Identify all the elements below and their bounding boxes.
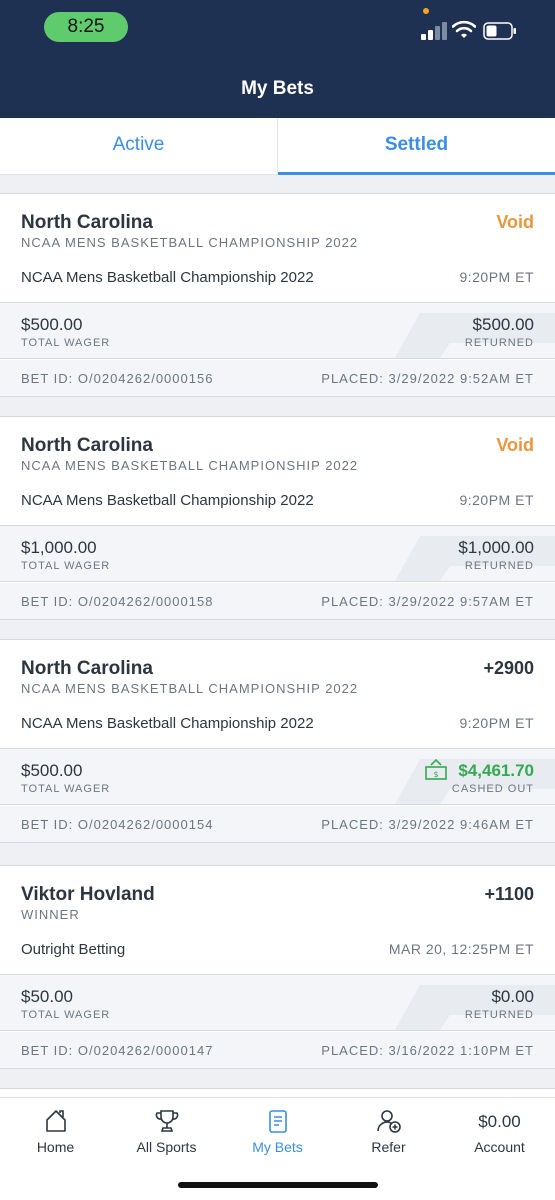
bet-id: BET ID: O/0204262/0000147 bbox=[21, 1043, 214, 1058]
account-balance: $0.00 bbox=[478, 1112, 521, 1131]
home-icon bbox=[46, 1110, 66, 1132]
total-wager-value: $1,000.00 bbox=[21, 538, 97, 557]
nav-my-bets-label: My Bets bbox=[252, 1139, 303, 1155]
returned-value: $1,000.00 bbox=[458, 538, 534, 557]
bet-event: NCAA Mens Basketball Championship 2022 bbox=[21, 492, 314, 509]
bet-id: BET ID: O/0204262/0000154 bbox=[21, 817, 214, 832]
bet-amounts: $50.00 TOTAL WAGER $0.00 RETURNED bbox=[0, 974, 555, 1031]
cellular-signal-icon bbox=[421, 22, 447, 40]
cash-out-icon: $ bbox=[425, 759, 447, 780]
total-wager-label: TOTAL WAGER bbox=[21, 337, 111, 349]
battery-icon bbox=[483, 22, 516, 40]
total-wager-value: $500.00 bbox=[21, 315, 83, 334]
returned-label: RETURNED bbox=[464, 560, 534, 572]
bet-market: NCAA MENS BASKETBALL CHAMPIONSHIP 2022 bbox=[21, 235, 359, 250]
bet-event: NCAA Mens Basketball Championship 2022 bbox=[21, 715, 314, 732]
bet-selection: North Carolina bbox=[21, 658, 153, 679]
total-wager-label: TOTAL WAGER bbox=[21, 1009, 111, 1021]
bet-event-time: MAR 20, 12:25PM ET bbox=[388, 941, 534, 957]
bet-placed: PLACED: 3/29/2022 9:52AM ET bbox=[321, 371, 534, 386]
trophy-icon bbox=[155, 1110, 179, 1132]
bet-market: WINNER bbox=[21, 907, 80, 922]
home-indicator[interactable] bbox=[178, 1182, 378, 1188]
nav-home[interactable]: Home bbox=[0, 1098, 111, 1168]
total-wager-value: $500.00 bbox=[21, 761, 83, 780]
bet-result: Void bbox=[496, 212, 534, 232]
nav-all-sports-label: All Sports bbox=[136, 1139, 197, 1155]
returned-value: $0.00 bbox=[491, 987, 534, 1006]
bet-event-time: 9:20PM ET bbox=[459, 715, 534, 731]
bet-footer: BET ID: O/0204262/0000147 PLACED: 3/16/2… bbox=[0, 1032, 555, 1068]
bet-event-time: 9:20PM ET bbox=[459, 269, 534, 285]
status-time: 8:25 bbox=[44, 12, 128, 42]
nav-all-sports[interactable]: All Sports bbox=[111, 1098, 222, 1168]
bet-event: NCAA Mens Basketball Championship 2022 bbox=[21, 269, 314, 286]
cashed-out-label: CASHED OUT bbox=[451, 783, 534, 795]
bet-market: NCAA MENS BASKETBALL CHAMPIONSHIP 2022 bbox=[21, 681, 359, 696]
nav-home-label: Home bbox=[36, 1139, 75, 1155]
tab-settled[interactable]: Settled bbox=[278, 118, 555, 175]
app-header: 8:25 My Bets bbox=[0, 0, 555, 118]
bet-amounts: $1,000.00 TOTAL WAGER $1,000.00 RETURNED bbox=[0, 525, 555, 582]
bet-id: BET ID: O/0204262/0000156 bbox=[21, 371, 214, 386]
page-title: My Bets bbox=[241, 78, 314, 99]
bet-event-time: 9:20PM ET bbox=[459, 492, 534, 508]
nav-my-bets[interactable]: My Bets bbox=[222, 1098, 333, 1168]
returned-value: $500.00 bbox=[472, 315, 534, 334]
returned-label: RETURNED bbox=[464, 1009, 534, 1021]
svg-text:$: $ bbox=[433, 770, 438, 779]
cashed-out-value: $4,461.70 bbox=[458, 761, 534, 780]
bet-event: Outright Betting bbox=[21, 941, 126, 958]
bet-selection: North Carolina bbox=[21, 435, 153, 456]
nav-account-label: Account bbox=[474, 1139, 525, 1155]
total-wager-label: TOTAL WAGER bbox=[21, 560, 111, 572]
bet-footer: BET ID: O/0204262/0000154 PLACED: 3/29/2… bbox=[0, 806, 555, 842]
bet-market: NCAA MENS BASKETBALL CHAMPIONSHIP 2022 bbox=[21, 458, 359, 473]
total-wager-value: $50.00 bbox=[21, 987, 73, 1006]
wifi-icon bbox=[452, 20, 476, 38]
add-user-icon bbox=[377, 1110, 401, 1133]
bet-id: BET ID: O/0204262/0000158 bbox=[21, 594, 214, 609]
total-wager-label: TOTAL WAGER bbox=[21, 783, 111, 795]
bet-placed: PLACED: 3/16/2022 1:10PM ET bbox=[321, 1043, 534, 1058]
bet-odds: +2900 bbox=[483, 658, 534, 678]
bet-selection: North Carolina bbox=[21, 212, 153, 233]
bet-card[interactable]: North Carolina Void NCAA MENS BASKETBALL… bbox=[0, 416, 555, 620]
bets-tabs: Active Settled bbox=[0, 118, 555, 175]
bet-card[interactable]: North Carolina Void NCAA MENS BASKETBALL… bbox=[0, 193, 555, 397]
bet-slip-icon bbox=[269, 1110, 287, 1133]
nav-refer-label: Refer bbox=[371, 1139, 406, 1155]
returned-label: RETURNED bbox=[464, 337, 534, 349]
bet-card[interactable]: Viktor Hovland +1100 WINNER Outright Bet… bbox=[0, 865, 555, 1069]
privacy-indicator bbox=[423, 8, 429, 14]
nav-refer[interactable]: Refer bbox=[333, 1098, 444, 1168]
bet-amounts: $500.00 TOTAL WAGER $500.00 RETURNED bbox=[0, 302, 555, 359]
bet-footer: BET ID: O/0204262/0000156 PLACED: 3/29/2… bbox=[0, 360, 555, 396]
bet-footer: BET ID: O/0204262/0000158 PLACED: 3/29/2… bbox=[0, 583, 555, 619]
tab-active[interactable]: Active bbox=[0, 118, 277, 175]
nav-account[interactable]: $0.00 Account bbox=[444, 1098, 555, 1168]
bet-result: Void bbox=[496, 435, 534, 455]
bet-odds: +1100 bbox=[484, 884, 534, 904]
bet-amounts: $500.00 TOTAL WAGER $ $4,461.70 CASHED O… bbox=[0, 748, 555, 805]
bet-card[interactable]: North Carolina +2900 NCAA MENS BASKETBAL… bbox=[0, 639, 555, 843]
bet-selection: Viktor Hovland bbox=[21, 884, 155, 905]
bet-placed: PLACED: 3/29/2022 9:57AM ET bbox=[321, 594, 534, 609]
bet-placed: PLACED: 3/29/2022 9:46AM ET bbox=[321, 817, 534, 832]
